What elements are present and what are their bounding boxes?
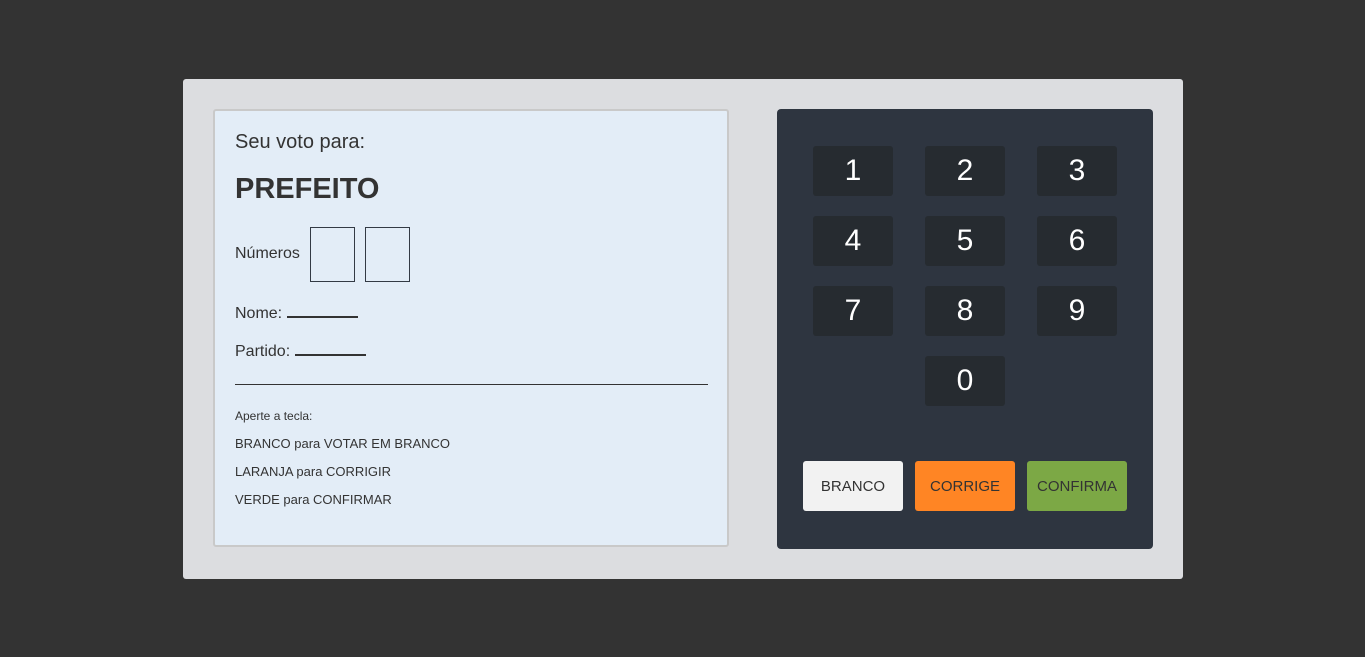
confirma-button[interactable]: CONFIRMA: [1027, 461, 1127, 511]
candidate-party-line: Partido:: [235, 340, 367, 361]
screen-divider: [235, 384, 708, 385]
candidate-party-blank: [295, 340, 367, 356]
candidate-name-label: Nome:: [235, 305, 283, 322]
voting-screen: Seu voto para: PREFEITO Números Nome: Pa…: [213, 109, 729, 547]
key-1[interactable]: 1: [813, 146, 893, 196]
numbers-label: Números: [235, 245, 300, 262]
instructions-title: Aperte a tecla:: [235, 409, 313, 423]
candidate-name-blank: [287, 302, 359, 318]
key-2[interactable]: 2: [925, 146, 1005, 196]
key-5[interactable]: 5: [925, 216, 1005, 266]
instruction-branco: BRANCO para VOTAR EM BRANCO: [235, 436, 451, 451]
keypad: 1 2 3 4 5 6 7 8 9 0 BRANCO CORRIGE CONFI…: [777, 109, 1153, 549]
key-9[interactable]: 9: [1037, 286, 1117, 336]
key-3[interactable]: 3: [1037, 146, 1117, 196]
office-title: PREFEITO: [235, 173, 380, 205]
key-0[interactable]: 0: [925, 356, 1005, 406]
voting-machine: Seu voto para: PREFEITO Números Nome: Pa…: [183, 79, 1183, 579]
key-4[interactable]: 4: [813, 216, 893, 266]
number-digit-box-2: [365, 227, 410, 282]
corrige-button[interactable]: CORRIGE: [915, 461, 1015, 511]
key-7[interactable]: 7: [813, 286, 893, 336]
vote-for-label: Seu voto para:: [235, 131, 366, 153]
candidate-name-line: Nome:: [235, 302, 359, 323]
candidate-party-label: Partido:: [235, 343, 291, 360]
number-digit-box-1: [310, 227, 355, 282]
branco-button[interactable]: BRANCO: [803, 461, 903, 511]
key-6[interactable]: 6: [1037, 216, 1117, 266]
key-8[interactable]: 8: [925, 286, 1005, 336]
instruction-corrige: LARANJA para CORRIGIR: [235, 464, 392, 479]
instruction-confirma: VERDE para CONFIRMAR: [235, 492, 392, 507]
